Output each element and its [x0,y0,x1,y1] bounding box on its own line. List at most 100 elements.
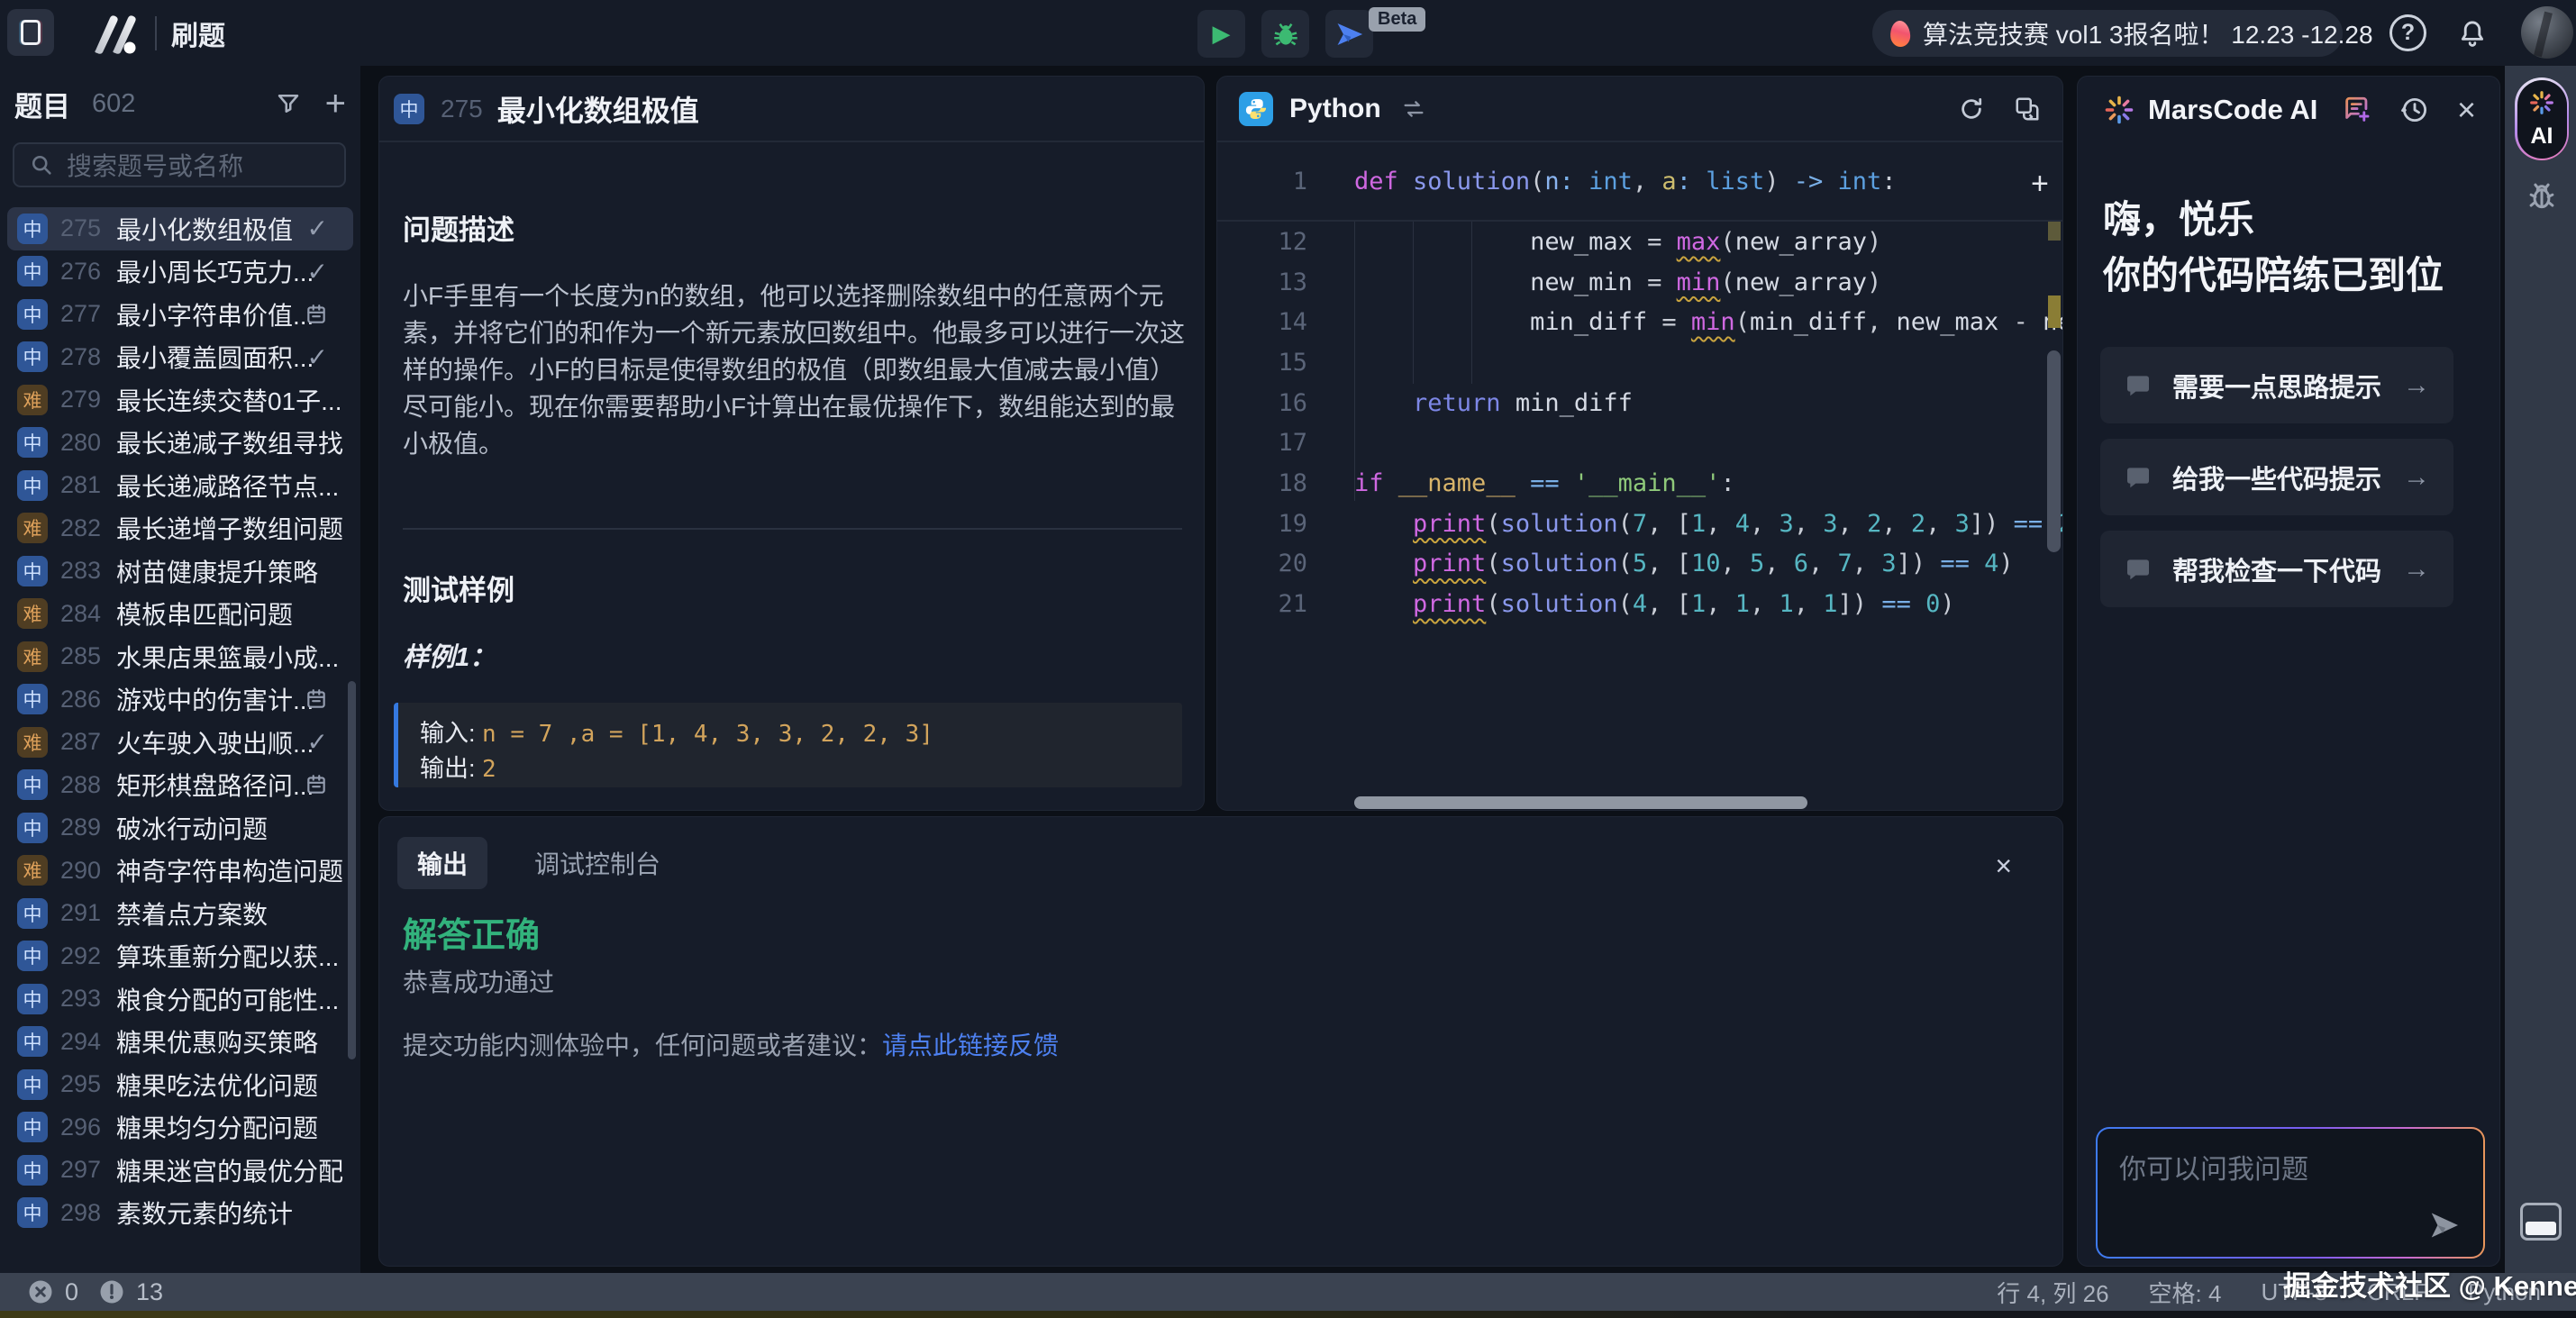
problem-title: 最长递减路径节点... [116,468,339,504]
problem-header: 中 275 最小化数组极值 [379,77,1204,142]
toggle-panel-button[interactable] [2520,1203,2562,1241]
code-line-13[interactable]: 13 new_min = min(new_array) [1217,262,2062,303]
spark-icon [2528,89,2555,116]
list-item-problem-287[interactable]: 难287火车驶入驶出顺... [7,721,353,764]
list-item-problem-296[interactable]: 中296糖果均匀分配问题 [7,1106,353,1150]
cursor-position[interactable]: 行 4, 列 26 [1997,1276,2108,1309]
warnings-count: 13 [136,1278,163,1306]
list-item-problem-276[interactable]: 中276最小周长巧克力... [7,250,353,294]
format-code-icon[interactable] [2014,95,2041,123]
calendar-icon [305,773,328,796]
ai-input[interactable]: 你可以问我问题 [2096,1127,2485,1259]
code-lines[interactable]: 12 new_max = max(new_array)13 new_min = … [1217,222,2062,624]
code-line-12[interactable]: 12 new_max = max(new_array) [1217,222,2062,262]
ai-suggestion-2[interactable]: 给我一些代码提示 [2100,439,2453,515]
problem-number: 284 [60,600,116,628]
tab-output[interactable]: 输出 [397,837,487,889]
list-item-problem-277[interactable]: 中277最小字符串价值... [7,293,353,336]
close-output-icon[interactable] [1995,850,2012,883]
list-item-problem-298[interactable]: 中298素数元素的统计 [7,1192,353,1235]
new-chat-icon[interactable] [2342,95,2372,125]
chat-bubble-icon [2124,463,2153,492]
user-avatar[interactable] [2521,6,2573,59]
app-launcher-button[interactable] [7,9,54,56]
debug-button[interactable] [1261,10,1309,58]
history-icon[interactable] [2399,95,2430,125]
sample-input-label: 输入: [420,720,482,747]
check-icon [307,214,328,243]
list-item-problem-289[interactable]: 中289破冰行动问题 [7,806,353,850]
code-line-19[interactable]: 19 print(solution(7, [1, 4, 3, 3, 2, 2, … [1217,504,2062,544]
submit-button[interactable] [1325,10,1373,58]
switch-language-icon[interactable] [1401,96,1426,122]
reset-code-icon[interactable] [1958,95,1985,123]
difficulty-badge: 中 [17,941,48,971]
indent-setting[interactable]: 空格: 4 [2149,1276,2222,1309]
errors-count: 0 [65,1278,78,1306]
editor-vertical-scrollbar[interactable] [2047,350,2061,552]
code-line-14[interactable]: 14 min_diff = min(min_diff, new_max - ne… [1217,302,2062,342]
problem-number: 292 [60,942,116,970]
difficulty-badge: 中 [17,341,48,372]
run-button[interactable] [1197,10,1245,58]
list-item-problem-275[interactable]: 中275最小化数组极值 [7,207,353,250]
code-text: min_diff = min(min_diff, new_max - new_m… [1307,308,2063,336]
problem-title: 粮食分配的可能性... [116,981,339,1017]
calendar-icon [305,303,328,326]
code-line-17[interactable]: 17 [1217,423,2062,463]
list-item-problem-281[interactable]: 中281最长递减路径节点... [7,464,353,507]
list-item-problem-285[interactable]: 难285水果店果篮最小成... [7,635,353,678]
result-message: 恭喜成功通过 [403,963,554,999]
list-item-problem-293[interactable]: 中293粮食分配的可能性... [7,977,353,1021]
close-ai-panel-icon[interactable] [2457,91,2476,129]
list-item-problem-278[interactable]: 中278最小覆盖圆面积... [7,336,353,379]
problem-number: 280 [60,429,116,457]
list-item-problem-297[interactable]: 中297糖果迷宫的最优分配 [7,1149,353,1192]
marscode-logo-icon[interactable] [86,13,146,54]
ruler-mark [2048,222,2061,241]
problem-title: 模板串匹配问题 [116,595,293,632]
list-item-problem-288[interactable]: 中288矩形棋盘路径问... [7,764,353,807]
contest-banner[interactable]: 算法竞技赛 vol1 3报名啦！ 12.23 -12.28 [1872,10,2343,57]
code-line-1[interactable]: 1def solution(n: int, a: list) -> int: [1217,142,2062,222]
search-input[interactable]: 搜索题号或名称 [13,142,346,187]
list-item-problem-282[interactable]: 难282最长递增子数组问题 [7,507,353,550]
send-icon[interactable] [2427,1208,2462,1242]
tab-debug-console[interactable]: 调试控制台 [514,837,680,889]
debug-rail-button[interactable] [2525,178,2559,213]
ai-suggestion-1[interactable]: 需要一点思路提示 [2100,347,2453,423]
line-number: 17 [1217,429,1307,457]
ai-rail-button[interactable]: AI [2515,77,2569,160]
difficulty-badge: 中 [17,1026,48,1057]
code-text: new_max = max(new_array) [1307,228,1881,256]
list-item-problem-283[interactable]: 中283树苗健康提升策略 [7,550,353,593]
feedback-link[interactable]: 请点此链接反馈 [882,1032,1059,1059]
code-line-20[interactable]: 20 print(solution(5, [10, 5, 6, 7, 3]) =… [1217,544,2062,585]
filter-icon[interactable] [275,90,302,117]
list-item-problem-292[interactable]: 中292算珠重新分配以获... [7,935,353,978]
help-button[interactable] [2389,14,2426,51]
list-item-problem-286[interactable]: 中286游戏中的伤害计... [7,678,353,722]
code-line-16[interactable]: 16 return min_diff [1217,383,2062,423]
code-line-18[interactable]: 18if __name__ == '__main__': [1217,463,2062,504]
line-number: 18 [1217,469,1307,497]
code-line-15[interactable]: 15 [1217,342,2062,383]
list-item-problem-284[interactable]: 难284模板串匹配问题 [7,593,353,636]
status-bar: 0 13 行 4, 列 26 空格: 4 UTF-8 CRLF Python [0,1273,2576,1311]
list-item-problem-294[interactable]: 中294糖果优惠购买策略 [7,1021,353,1064]
ai-suggestion-3[interactable]: 帮我检查一下代码 [2100,531,2453,607]
check-icon [307,342,328,372]
notifications-button[interactable] [2453,13,2492,54]
play-icon [1213,22,1231,46]
sidebar-scrollbar[interactable] [348,681,356,1059]
editor-horizontal-scrollbar[interactable] [1354,796,1807,809]
list-item-problem-295[interactable]: 中295糖果吃法优化问题 [7,1063,353,1106]
add-problem-button[interactable] [325,86,346,122]
list-item-problem-280[interactable]: 中280最长递减子数组寻找 [7,422,353,465]
add-marker-icon[interactable] [2031,167,2049,202]
list-item-problem-290[interactable]: 难290神奇字符串构造问题 [7,850,353,893]
line-number: 21 [1217,590,1307,618]
list-item-problem-279[interactable]: 难279最长连续交替01子... [7,378,353,422]
code-line-21[interactable]: 21 print(solution(4, [1, 1, 1, 1]) == 0) [1217,584,2062,624]
list-item-problem-291[interactable]: 中291禁着点方案数 [7,892,353,935]
